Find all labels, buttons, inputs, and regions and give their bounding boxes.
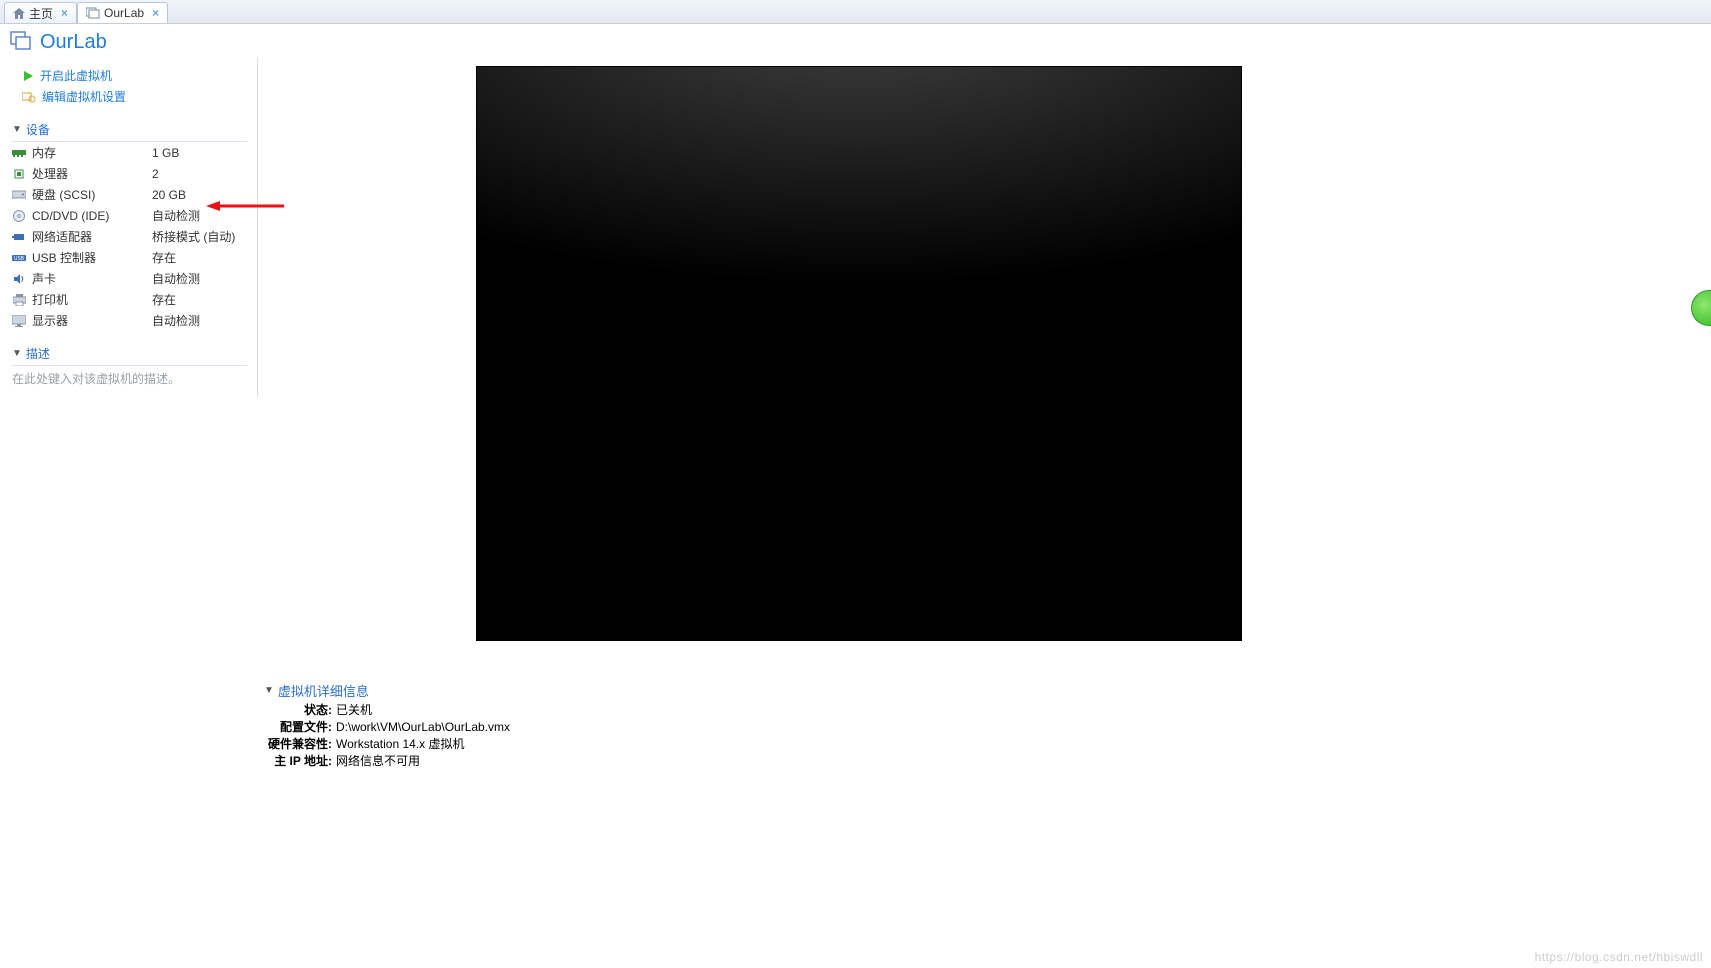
device-label: 显示器: [32, 312, 68, 329]
devices-header-label: 设备: [26, 121, 50, 138]
printer-icon: [12, 294, 26, 306]
detail-row: 状态:已关机: [264, 702, 964, 719]
svg-text:USB: USB: [14, 256, 25, 262]
device-label: 网络适配器: [32, 228, 92, 245]
description-section: ▼ 描述 在此处键入对该虚拟机的描述。: [12, 345, 247, 387]
power-on-label: 开启此虚拟机: [40, 67, 112, 84]
vm-preview[interactable]: [476, 66, 1242, 641]
network-icon: [12, 231, 26, 242]
device-value: 存在: [152, 291, 176, 308]
devices-section: ▼ 设备 内存 1 GB 处理器 2 硬盘 (SCSI) 20 GB CD/DVD (IDE…: [12, 121, 247, 331]
power-on-link[interactable]: 开启此虚拟机: [0, 65, 257, 86]
detail-row: 硬件兼容性:Workstation 14.x 虚拟机: [264, 736, 964, 753]
device-row[interactable]: 显示器 自动检测: [12, 310, 247, 331]
device-value: 自动检测: [152, 207, 200, 224]
device-row[interactable]: 打印机 存在: [12, 289, 247, 310]
device-value: 2: [152, 167, 159, 181]
device-row[interactable]: 处理器 2: [12, 163, 247, 184]
device-row[interactable]: USB USB 控制器 存在: [12, 247, 247, 268]
description-placeholder[interactable]: 在此处键入对该虚拟机的描述。: [12, 366, 247, 387]
tab-label: OurLab: [104, 6, 144, 20]
vm-large-icon: [10, 30, 32, 55]
device-value: 桥接模式 (自动): [152, 228, 235, 245]
vm-details-header-label: 虚拟机详细信息: [278, 681, 369, 700]
close-icon[interactable]: ×: [61, 6, 68, 20]
device-value: 自动检测: [152, 312, 200, 329]
watermark: https://blog.csdn.net/hbiswdll: [1535, 950, 1703, 964]
home-icon: [13, 8, 25, 19]
device-row[interactable]: 声卡 自动检测: [12, 268, 247, 289]
device-value: 20 GB: [152, 188, 186, 202]
detail-key: 状态:: [264, 702, 336, 719]
close-icon[interactable]: ×: [152, 6, 159, 20]
page-title: OurLab: [40, 31, 107, 54]
vm-icon: [86, 7, 100, 19]
device-label: 声卡: [32, 270, 56, 287]
device-label: 处理器: [32, 165, 68, 182]
description-header-label: 描述: [26, 345, 50, 362]
content-area: OurLab 开启此虚拟机 编辑虚拟机设置 ▼ 设备 内存 1 GB 处理器 2 硬盘 …: [0, 24, 1711, 968]
sound-icon: [12, 273, 26, 285]
device-row[interactable]: CD/DVD (IDE) 自动检测: [12, 205, 247, 226]
caret-down-icon: ▼: [264, 685, 274, 696]
detail-row: 主 IP 地址:网络信息不可用: [264, 753, 964, 770]
detail-value: Workstation 14.x 虚拟机: [336, 736, 465, 753]
disk-icon: [12, 189, 26, 200]
sidebar: 开启此虚拟机 编辑虚拟机设置 ▼ 设备 内存 1 GB 处理器 2 硬盘 (SCSI) 2…: [0, 57, 258, 397]
detail-row: 配置文件:D:\work\VM\OurLab\OurLab.vmx: [264, 719, 964, 736]
detail-key: 硬件兼容性:: [264, 736, 336, 753]
devices-header[interactable]: ▼ 设备: [12, 121, 247, 142]
device-value: 1 GB: [152, 146, 179, 160]
edit-settings-link[interactable]: 编辑虚拟机设置: [0, 86, 257, 107]
detail-value: 网络信息不可用: [336, 753, 420, 770]
tab-label: 主页: [29, 5, 53, 22]
tab-ourlab[interactable]: OurLab ×: [77, 2, 168, 23]
device-label: USB 控制器: [32, 249, 96, 266]
device-row[interactable]: 内存 1 GB: [12, 142, 247, 163]
tab-bar: 主页 × OurLab ×: [0, 0, 1711, 24]
detail-key: 配置文件:: [264, 719, 336, 736]
device-value: 自动检测: [152, 270, 200, 287]
caret-down-icon: ▼: [12, 124, 22, 135]
vm-details-header[interactable]: ▼ 虚拟机详细信息: [264, 681, 964, 700]
device-label: 打印机: [32, 291, 68, 308]
play-icon: [22, 70, 34, 82]
detail-key: 主 IP 地址:: [264, 753, 336, 770]
display-icon: [12, 315, 26, 327]
device-label: 硬盘 (SCSI): [32, 186, 95, 203]
tab-home[interactable]: 主页 ×: [4, 2, 77, 23]
usb-icon: USB: [12, 253, 26, 263]
detail-value: D:\work\VM\OurLab\OurLab.vmx: [336, 719, 510, 736]
cd-icon: [12, 210, 26, 222]
caret-down-icon: ▼: [12, 348, 22, 359]
device-label: CD/DVD (IDE): [32, 209, 109, 223]
description-header[interactable]: ▼ 描述: [12, 345, 247, 366]
settings-icon: [22, 91, 36, 103]
device-row[interactable]: 网络适配器 桥接模式 (自动): [12, 226, 247, 247]
device-row[interactable]: 硬盘 (SCSI) 20 GB: [12, 184, 247, 205]
detail-value: 已关机: [336, 702, 372, 719]
page-title-row: OurLab: [0, 24, 258, 57]
edit-settings-label: 编辑虚拟机设置: [42, 88, 126, 105]
device-label: 内存: [32, 144, 56, 161]
cpu-icon: [12, 168, 26, 180]
main-area: ▼ 虚拟机详细信息 状态:已关机配置文件:D:\work\VM\OurLab\O…: [258, 24, 1711, 968]
vm-details: ▼ 虚拟机详细信息 状态:已关机配置文件:D:\work\VM\OurLab\O…: [264, 681, 964, 770]
device-value: 存在: [152, 249, 176, 266]
memory-icon: [12, 148, 26, 158]
